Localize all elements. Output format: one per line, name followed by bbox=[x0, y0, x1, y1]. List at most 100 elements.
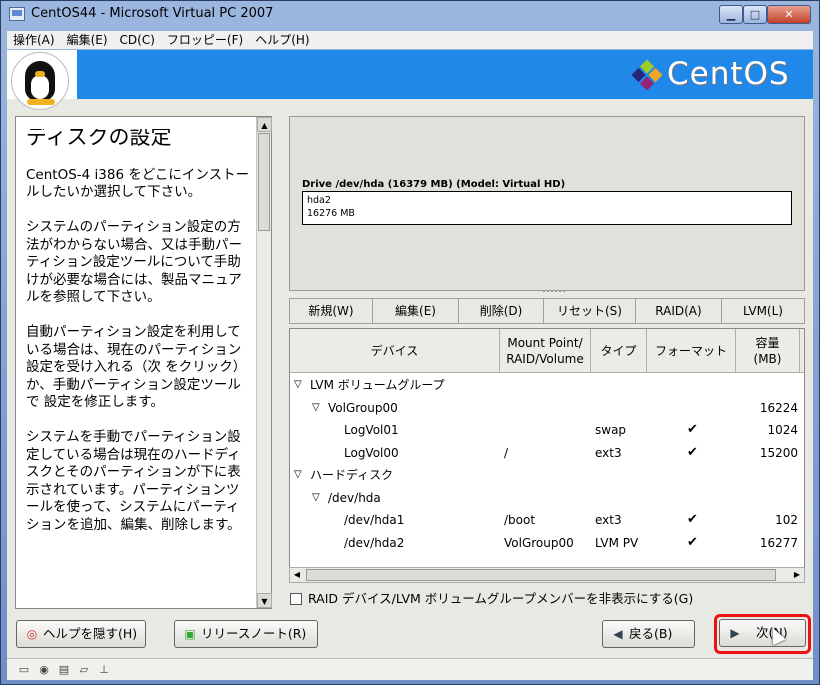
expander-icon[interactable]: ▽ bbox=[312, 487, 320, 509]
virtual-pc-window: CentOS44 - Microsoft Virtual PC 2007 ▁ □… bbox=[0, 0, 820, 685]
expander-icon[interactable]: ▽ bbox=[312, 397, 320, 419]
maximize-icon: □ bbox=[749, 8, 761, 21]
close-icon: ✕ bbox=[784, 8, 794, 21]
virtual-pc-icon bbox=[9, 7, 25, 21]
cell-mount-point: /boot bbox=[504, 513, 536, 527]
edit-button[interactable]: 編集(E) bbox=[372, 298, 458, 324]
partition-size: 16276 MB bbox=[307, 208, 355, 219]
cell-device: /dev/hda2 bbox=[344, 535, 405, 550]
col-mount-point[interactable]: Mount Point/ RAID/Volume bbox=[500, 329, 591, 373]
minimize-button[interactable]: ▁ bbox=[719, 5, 743, 24]
expander-icon[interactable]: ▽ bbox=[294, 464, 302, 486]
cell-mount-point: VolGroup00 bbox=[504, 535, 574, 550]
release-notes-button[interactable]: ▣ リリースノート(R) bbox=[174, 620, 318, 648]
cell-device: /dev/hda1 bbox=[344, 513, 405, 527]
table-row[interactable]: /dev/hda2 VolGroup00 LVM PV ✔ 16277 bbox=[290, 532, 804, 554]
hide-help-button[interactable]: ◎ ヘルプを隠す(H) bbox=[16, 620, 146, 648]
cd-icon[interactable]: ◉ bbox=[37, 663, 51, 676]
reset-button[interactable]: リセット(S) bbox=[543, 298, 635, 324]
cell-type: LVM PV bbox=[595, 535, 639, 550]
help-title: ディスクの設定 bbox=[26, 129, 172, 149]
centos-logo-text: CentOS bbox=[667, 56, 790, 92]
cell-size: 16224 bbox=[759, 400, 798, 415]
back-button[interactable]: ◀ 戻る(B) bbox=[602, 620, 695, 648]
status-bar: ▭ ◉ ▤ ▱ ⊥ bbox=[7, 658, 813, 680]
maximize-button[interactable]: □ bbox=[743, 5, 767, 24]
back-label: 戻る(B) bbox=[629, 626, 673, 641]
cell-size: 1024 bbox=[767, 423, 798, 437]
cell-size: 102 bbox=[775, 513, 798, 527]
menu-help[interactable]: ヘルプ(H) bbox=[249, 31, 315, 48]
menu-action[interactable]: 操作(A) bbox=[7, 31, 61, 48]
help-paragraph: システムのパーティション設定の方法がわからない場合、又は手動パーティション設定ツ… bbox=[26, 219, 242, 305]
raid-button[interactable]: RAID(A) bbox=[635, 298, 721, 324]
pane-resize-grip[interactable] bbox=[543, 290, 565, 294]
table-hscrollbar[interactable]: ◀ ▶ bbox=[289, 567, 805, 583]
installer-banner: CentOS bbox=[7, 50, 813, 110]
tux-belly bbox=[31, 75, 49, 99]
cell-mount-point: / bbox=[504, 445, 509, 460]
scroll-right-icon[interactable]: ▶ bbox=[790, 568, 804, 582]
back-arrow-icon: ◀ bbox=[613, 627, 623, 641]
menu-edit[interactable]: 編集(E) bbox=[61, 31, 114, 48]
tux-penguin-icon bbox=[11, 52, 69, 110]
table-row[interactable]: /dev/hda1/boot ext3 ✔ 102 bbox=[290, 509, 804, 531]
col-type[interactable]: タイプ bbox=[591, 329, 647, 373]
cell-size: 16277 bbox=[759, 535, 798, 550]
network-icon[interactable]: ⊥ bbox=[97, 663, 111, 676]
help-panel: ディスクの設定 CentOS-4 i386 をどこにインストールしたいか選択して… bbox=[15, 116, 272, 609]
col-device[interactable]: デバイス bbox=[290, 329, 500, 373]
delete-button[interactable]: 削除(D) bbox=[458, 298, 543, 324]
format-check-icon: ✔ bbox=[687, 422, 698, 437]
tux-feet bbox=[27, 99, 55, 105]
help-scroll-thumb[interactable] bbox=[258, 133, 270, 231]
cell-type: ext3 bbox=[595, 513, 622, 527]
drive-graph: Drive /dev/hda (16379 MB) (Model: Virtua… bbox=[289, 116, 805, 291]
hide-help-label: ヘルプを隠す(H) bbox=[43, 626, 138, 641]
help-paragraph: 自動パーティション設定を利用している場合は、現在のパーティション設定を受け入れる… bbox=[26, 324, 247, 410]
menu-bar: 操作(A) 編集(E) CD(C) フロッピー(F) ヘルプ(H) bbox=[7, 31, 813, 49]
scroll-left-icon[interactable]: ◀ bbox=[290, 568, 304, 582]
partition-toolbar: 新規(W) 編集(E) 削除(D) リセット(S) RAID(A) LVM(L) bbox=[289, 298, 805, 324]
cell-device: LogVol01 bbox=[344, 423, 399, 437]
table-row[interactable]: ▽ ハードディスク bbox=[290, 464, 804, 486]
table-row[interactable]: LogVol00 / ext3 ✔ 15200 bbox=[290, 442, 804, 464]
table-scroll-thumb[interactable] bbox=[306, 569, 776, 581]
format-check-icon: ✔ bbox=[687, 512, 698, 527]
hard-disk-icon[interactable]: ▭ bbox=[17, 663, 31, 676]
lvm-button[interactable]: LVM(L) bbox=[721, 298, 805, 324]
partition-name: hda2 bbox=[307, 195, 331, 206]
new-button[interactable]: 新規(W) bbox=[289, 298, 372, 324]
cell-size: 15200 bbox=[759, 445, 798, 460]
lifebuoy-icon: ◎ bbox=[26, 627, 38, 641]
cell-device: LVM ボリュームグループ bbox=[310, 378, 445, 392]
tux-beak bbox=[35, 71, 45, 77]
menu-floppy[interactable]: フロッピー(F) bbox=[161, 31, 249, 48]
partition-bar[interactable]: hda2 16276 MB bbox=[302, 191, 792, 225]
table-row[interactable]: ▽ VolGroup00 16224 bbox=[290, 397, 804, 419]
close-button[interactable]: ✕ bbox=[767, 5, 811, 24]
table-row[interactable]: LogVol01 swap ✔ 1024 bbox=[290, 419, 804, 441]
window-title: CentOS44 - Microsoft Virtual PC 2007 bbox=[31, 6, 274, 21]
floppy-icon[interactable]: ▤ bbox=[57, 663, 71, 676]
hide-raid-lvm-checkbox[interactable] bbox=[290, 593, 302, 605]
col-size[interactable]: 容量 (MB) bbox=[736, 329, 800, 373]
next-button-highlight bbox=[714, 614, 811, 654]
title-bar[interactable]: CentOS44 - Microsoft Virtual PC 2007 ▁ □… bbox=[1, 1, 819, 29]
menu-cd[interactable]: CD(C) bbox=[114, 31, 161, 48]
shared-folder-icon[interactable]: ▱ bbox=[77, 663, 91, 676]
help-paragraph: システムを手動でパーティション設定している場合は現在のハードディスクとそのパーテ… bbox=[26, 429, 241, 533]
cell-type: swap bbox=[595, 423, 627, 437]
scroll-up-icon[interactable]: ▲ bbox=[257, 117, 272, 132]
centos-logo-icon bbox=[631, 59, 663, 91]
table-row[interactable]: ▽ LVM ボリュームグループ bbox=[290, 374, 804, 396]
expander-icon[interactable]: ▽ bbox=[294, 374, 302, 396]
help-scrollbar[interactable]: ▲ ▼ bbox=[256, 117, 272, 608]
scroll-down-icon[interactable]: ▼ bbox=[257, 593, 272, 608]
drive-label: Drive /dev/hda (16379 MB) (Model: Virtua… bbox=[302, 179, 566, 190]
guest-screen: CentOS ディスクの設定 CentOS-4 i386 をどこにインストールし… bbox=[7, 50, 813, 658]
cell-device: ハードディスク bbox=[310, 468, 394, 482]
col-format[interactable]: フォーマット bbox=[647, 329, 736, 373]
cell-device: /dev/hda bbox=[328, 490, 381, 505]
table-row[interactable]: ▽ /dev/hda bbox=[290, 487, 804, 509]
